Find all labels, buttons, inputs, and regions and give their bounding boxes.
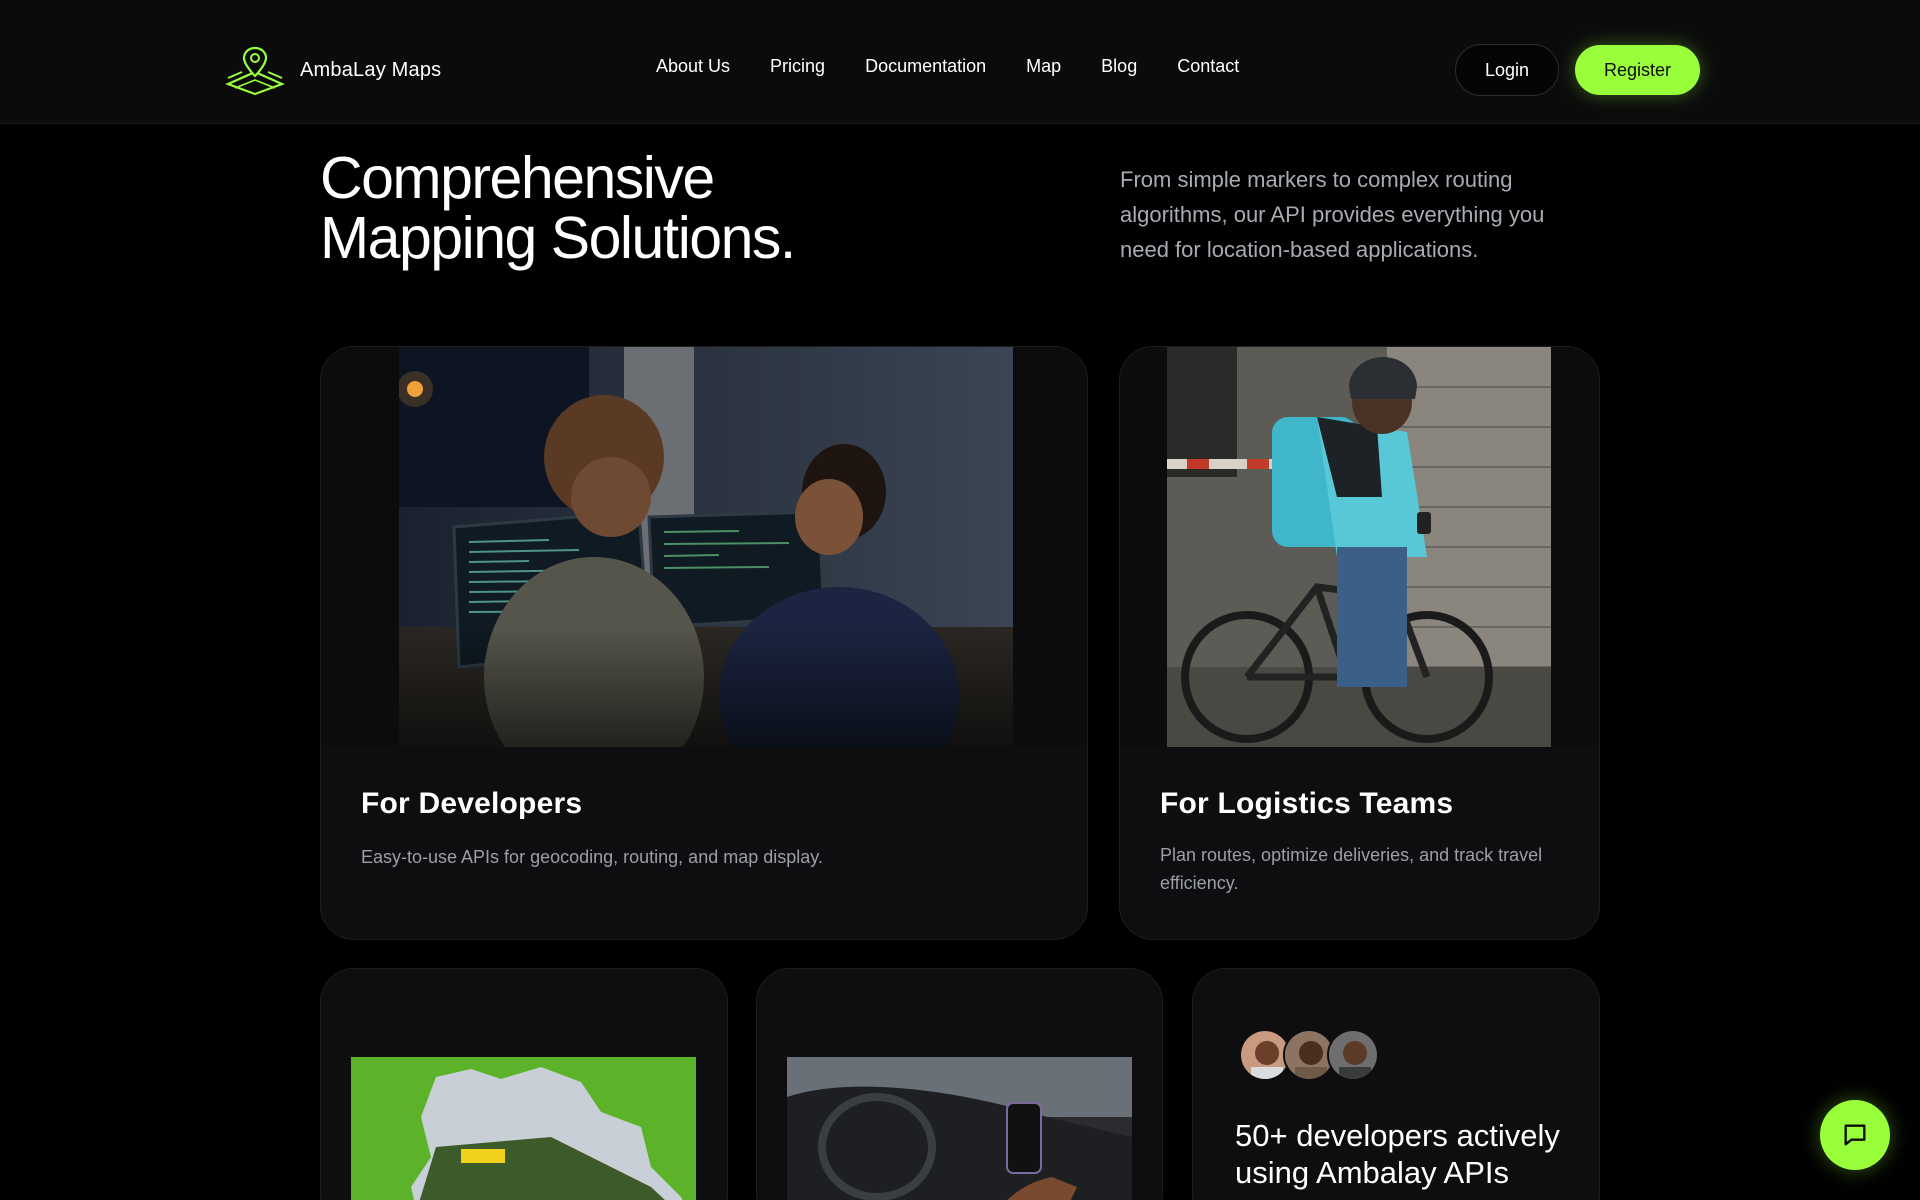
developer-avatars [1239,1029,1379,1081]
developers-image-frame [321,347,1087,747]
chat-bubble-icon [1844,1124,1866,1146]
logistics-card[interactable]: For Logistics Teams Plan routes, optimiz… [1119,346,1600,940]
nav-link-about-us[interactable]: About Us [656,56,730,77]
developers-card-text: Easy-to-use APIs for geocoding, routing,… [361,847,823,867]
brand-home-link[interactable]: AmbaLay Maps [224,44,441,96]
logistics-card-text: Plan routes, optimize deliveries, and tr… [1160,845,1543,893]
nav-link-blog[interactable]: Blog [1101,56,1137,77]
developer-count-text: 50+ developers actively using Ambalay AP… [1235,1118,1560,1190]
map-pin-logo-icon [225,46,285,96]
chat-button[interactable] [1820,1100,1890,1170]
courier-with-bicycle-photo [1167,347,1551,747]
car-phone-card[interactable] [756,968,1163,1200]
login-button[interactable]: Login [1455,44,1559,96]
taxi-card[interactable] [320,968,728,1200]
hero-title-line-2: Mapping Solutions. [320,205,796,271]
nav-link-contact[interactable]: Contact [1177,56,1239,77]
nav-link-map[interactable]: Map [1026,56,1061,77]
community-card: 50+ developers actively using Ambalay AP… [1192,968,1600,1200]
phone-in-car-photo [787,1057,1132,1200]
avatar-3 [1327,1029,1379,1081]
site-header: AmbaLay Maps About Us Pricing Documentat… [0,0,1920,124]
developers-card-title: For Developers [361,787,583,820]
hero-title: Comprehensive Mapping Solutions. [320,148,880,268]
main-nav: About Us Pricing Documentation Map Blog … [656,56,1239,77]
developers-at-screens-photo [399,347,1013,747]
hero-title-line-1: Comprehensive [320,145,715,211]
developers-card[interactable]: For Developers Easy-to-use APIs for geoc… [320,346,1088,940]
brand-name: AmbaLay Maps [300,58,442,81]
hero-description: From simple markers to complex routing a… [1120,167,1545,262]
register-button[interactable]: Register [1575,45,1700,95]
logistics-image-frame [1120,347,1599,747]
logistics-card-title: For Logistics Teams [1160,787,1454,820]
nav-link-documentation[interactable]: Documentation [865,56,986,77]
nav-link-pricing[interactable]: Pricing [770,56,825,77]
taxi-map-photo [351,1057,696,1200]
